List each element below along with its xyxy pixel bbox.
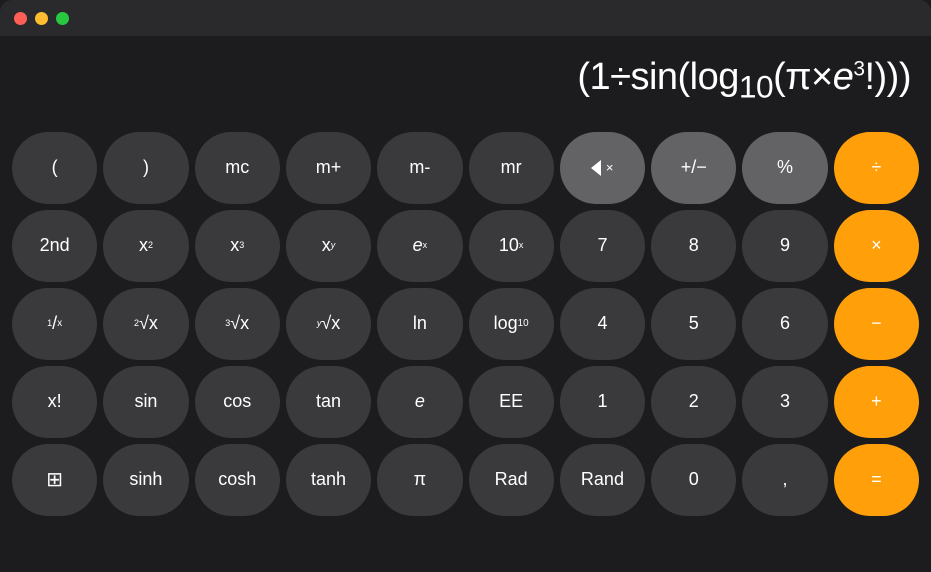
memory-add-button[interactable]: m+ bbox=[286, 132, 371, 204]
ten-to-x-button[interactable]: 10x bbox=[469, 210, 554, 282]
minimize-button[interactable] bbox=[35, 12, 48, 25]
two-button[interactable]: 2 bbox=[651, 366, 736, 438]
cube-root-button[interactable]: 3√x bbox=[195, 288, 280, 360]
plus-minus-button[interactable]: +/− bbox=[651, 132, 736, 204]
backspace-button[interactable] bbox=[560, 132, 645, 204]
square-root-button[interactable]: 2√x bbox=[103, 288, 188, 360]
natural-log-button[interactable]: ln bbox=[377, 288, 462, 360]
close-button[interactable] bbox=[14, 12, 27, 25]
log10-button[interactable]: log10 bbox=[469, 288, 554, 360]
tanh-button[interactable]: tanh bbox=[286, 444, 371, 516]
subtract-button[interactable]: − bbox=[834, 288, 919, 360]
titlebar bbox=[0, 0, 931, 36]
x-to-y-button[interactable]: xy bbox=[286, 210, 371, 282]
add-button[interactable]: + bbox=[834, 366, 919, 438]
nine-button[interactable]: 9 bbox=[742, 210, 827, 282]
calculator-body: ()mcm+m-mr+/−%÷2ndx2x3xyex10x789×1/x2√x3… bbox=[0, 126, 931, 526]
y-root-button[interactable]: y√x bbox=[286, 288, 371, 360]
memory-clear-button[interactable]: mc bbox=[195, 132, 280, 204]
calculator-icon-button[interactable]: ⊞ bbox=[12, 444, 97, 516]
maximize-button[interactable] bbox=[56, 12, 69, 25]
random-button[interactable]: Rand bbox=[560, 444, 645, 516]
memory-recall-button[interactable]: mr bbox=[469, 132, 554, 204]
three-button[interactable]: 3 bbox=[742, 366, 827, 438]
e-to-x-button[interactable]: ex bbox=[377, 210, 462, 282]
open-paren-button[interactable]: ( bbox=[12, 132, 97, 204]
factorial-button[interactable]: x! bbox=[12, 366, 97, 438]
square-button[interactable]: x2 bbox=[103, 210, 188, 282]
cosh-button[interactable]: cosh bbox=[195, 444, 280, 516]
pi-button[interactable]: π bbox=[377, 444, 462, 516]
display: (1÷sin(log10(π×e3!))) bbox=[0, 36, 931, 126]
sinh-button[interactable]: sinh bbox=[103, 444, 188, 516]
equals-button[interactable]: = bbox=[834, 444, 919, 516]
button-grid: ()mcm+m-mr+/−%÷2ndx2x3xyex10x789×1/x2√x3… bbox=[12, 132, 919, 516]
close-paren-button[interactable]: ) bbox=[103, 132, 188, 204]
reciprocal-button[interactable]: 1/x bbox=[12, 288, 97, 360]
engineering-e-button[interactable]: EE bbox=[469, 366, 554, 438]
cube-button[interactable]: x3 bbox=[195, 210, 280, 282]
multiply-button[interactable]: × bbox=[834, 210, 919, 282]
six-button[interactable]: 6 bbox=[742, 288, 827, 360]
euler-button[interactable]: e bbox=[377, 366, 462, 438]
five-button[interactable]: 5 bbox=[651, 288, 736, 360]
decimal-button[interactable]: , bbox=[742, 444, 827, 516]
eight-button[interactable]: 8 bbox=[651, 210, 736, 282]
second-button[interactable]: 2nd bbox=[12, 210, 97, 282]
four-button[interactable]: 4 bbox=[560, 288, 645, 360]
radians-button[interactable]: Rad bbox=[469, 444, 554, 516]
percent-button[interactable]: % bbox=[742, 132, 827, 204]
one-button[interactable]: 1 bbox=[560, 366, 645, 438]
backspace-icon bbox=[591, 160, 613, 176]
seven-button[interactable]: 7 bbox=[560, 210, 645, 282]
sin-button[interactable]: sin bbox=[103, 366, 188, 438]
display-expression: (1÷sin(log10(π×e3!))) bbox=[577, 56, 911, 106]
memory-subtract-button[interactable]: m- bbox=[377, 132, 462, 204]
divide-button[interactable]: ÷ bbox=[834, 132, 919, 204]
tan-button[interactable]: tan bbox=[286, 366, 371, 438]
zero-button[interactable]: 0 bbox=[651, 444, 736, 516]
cos-button[interactable]: cos bbox=[195, 366, 280, 438]
